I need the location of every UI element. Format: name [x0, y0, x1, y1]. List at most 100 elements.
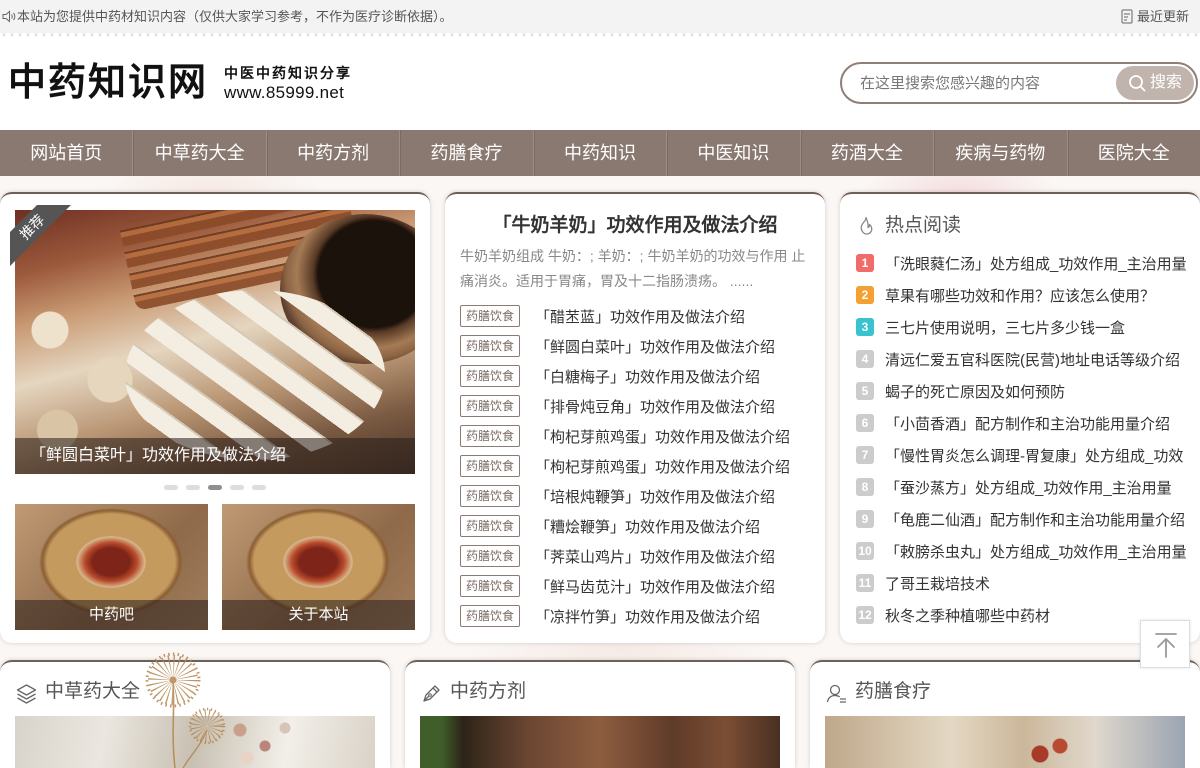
section-image[interactable]	[420, 716, 780, 768]
article-link[interactable]: 「龟鹿二仙酒」配方制作和主治功能用量介绍	[885, 509, 1196, 530]
featured-title[interactable]: 「牛奶羊奶」功效作用及做法介绍	[445, 213, 825, 239]
nav-item-medicinal-wine[interactable]: 药酒大全	[799, 130, 933, 176]
search-button-label: 搜索	[1150, 74, 1183, 91]
slider-dot[interactable]	[208, 485, 222, 490]
list-item: 10 「敕膀杀虫丸」处方组成_功效作用_主治用量	[856, 535, 1196, 567]
article-link[interactable]: 清远仁爱五官科医院(民营)地址电话等级介绍	[885, 349, 1196, 370]
article-link[interactable]: 「培根炖鞭笋」功效作用及做法介绍	[535, 486, 775, 507]
category-tag[interactable]: 药膳饮食	[460, 395, 520, 417]
list-item: 8 「蚕沙蒸方」处方组成_功效作用_主治用量	[856, 471, 1196, 503]
rank-badge: 2	[856, 286, 874, 304]
slider-pagination	[164, 485, 266, 490]
nav-item-herb-knowledge[interactable]: 中药知识	[532, 130, 666, 176]
article-link[interactable]: 「凉拌竹笋」功效作用及做法介绍	[535, 606, 760, 627]
slider-image[interactable]	[15, 210, 415, 474]
slider-dot[interactable]	[186, 485, 200, 490]
category-tag[interactable]: 药膳饮食	[460, 425, 520, 447]
slider-dot[interactable]	[230, 485, 244, 490]
slider-dot[interactable]	[164, 485, 178, 490]
nav-item-hospitals[interactable]: 医院大全	[1066, 130, 1200, 176]
article-link[interactable]: 「蚕沙蒸方」处方组成_功效作用_主治用量	[885, 477, 1196, 498]
slider-card: 「鲜圆白菜叶」功效作用及做法介绍 推荐 中药吧 关于本站	[0, 192, 430, 643]
article-link[interactable]: 「枸杞芽煎鸡蛋」功效作用及做法介绍	[535, 456, 790, 477]
list-item: 药膳饮食 「凉拌竹笋」功效作用及做法介绍	[460, 601, 815, 631]
category-tag[interactable]: 药膳饮食	[460, 335, 520, 357]
list-item: 药膳饮食 「荠菜山鸡片」功效作用及做法介绍	[460, 541, 815, 571]
rank-badge: 5	[856, 382, 874, 400]
thumb-forum[interactable]: 中药吧	[15, 504, 208, 630]
thumb-caption: 中药吧	[15, 600, 208, 630]
back-to-top-button[interactable]	[1140, 620, 1190, 668]
search-button[interactable]: 搜索	[1116, 66, 1194, 100]
article-link[interactable]: 蝎子的死亡原因及如何预防	[885, 381, 1196, 402]
list-item: 药膳饮食 「枸杞芽煎鸡蛋」功效作用及做法介绍	[460, 451, 815, 481]
list-item: 1 「洗眼蕤仁汤」处方组成_功效作用_主治用量	[856, 247, 1196, 279]
article-link[interactable]: 「小茴香酒」配方制作和主治功能用量介绍	[885, 413, 1196, 434]
article-link[interactable]: 「慢性胃炎怎么调理-胃复康」处方组成_功效	[885, 445, 1196, 466]
list-item: 6 「小茴香酒」配方制作和主治功能用量介绍	[856, 407, 1196, 439]
nav-item-prescriptions[interactable]: 中药方剂	[265, 130, 399, 176]
recent-updates-label: 最近更新	[1137, 9, 1190, 24]
article-link[interactable]: 「醋苤蓝」功效作用及做法介绍	[535, 306, 745, 327]
article-link[interactable]: 「荠菜山鸡片」功效作用及做法介绍	[535, 546, 775, 567]
article-link[interactable]: 「洗眼蕤仁汤」处方组成_功效作用_主治用量	[885, 253, 1196, 274]
site-tagline: 中医中药知识分享	[224, 65, 352, 81]
category-tag[interactable]: 药膳饮食	[460, 515, 520, 537]
user-icon	[826, 684, 846, 703]
category-tag[interactable]: 药膳饮食	[460, 605, 520, 627]
section-title: 中药方剂	[450, 681, 527, 702]
article-link[interactable]: 「排骨炖豆角」功效作用及做法介绍	[535, 396, 775, 417]
site-notice: 本站为您提供中药材知识内容（仅供大家学习参考，不作为医疗诊断依据）。	[17, 9, 453, 24]
pen-icon	[423, 685, 440, 702]
article-link[interactable]: 草果有哪些功效和作用？应该怎么使用？	[885, 285, 1196, 306]
article-link[interactable]: 「白糖梅子」功效作用及做法介绍	[535, 366, 760, 387]
thumb-about[interactable]: 关于本站	[222, 504, 415, 630]
nav-item-herbs[interactable]: 中草药大全	[132, 130, 265, 176]
slider-dot[interactable]	[252, 485, 266, 490]
article-link[interactable]: 三七片使用说明，三七片多少钱一盒	[885, 317, 1196, 338]
rank-badge: 10	[856, 542, 874, 560]
list-item: 药膳饮食 「白糖梅子」功效作用及做法介绍	[460, 361, 815, 391]
section-title: 中草药大全	[45, 681, 141, 702]
rank-badge: 7	[856, 446, 874, 464]
nav-item-home[interactable]: 网站首页	[0, 130, 132, 176]
article-link[interactable]: 「糟烩鞭笋」功效作用及做法介绍	[535, 516, 760, 537]
category-tag[interactable]: 药膳饮食	[460, 305, 520, 327]
section-image[interactable]	[825, 716, 1185, 768]
article-link[interactable]: 「鲜马齿苋汁」功效作用及做法介绍	[535, 576, 775, 597]
list-item: 药膳饮食 「鲜圆白菜叶」功效作用及做法介绍	[460, 331, 815, 361]
recommend-label: 推荐	[10, 205, 72, 267]
search-box: 搜索	[840, 62, 1198, 104]
category-tag[interactable]: 药膳饮食	[460, 485, 520, 507]
arrow-up-icon	[1155, 633, 1177, 658]
article-link[interactable]: 了哥王栽培技术	[885, 573, 1196, 594]
list-item: 药膳饮食 「糟烩鞭笋」功效作用及做法介绍	[460, 511, 815, 541]
nav-item-tcm-knowledge[interactable]: 中医知识	[666, 130, 799, 176]
article-link[interactable]: 「敕膀杀虫丸」处方组成_功效作用_主治用量	[885, 541, 1196, 562]
list-item: 11 了哥王栽培技术	[856, 567, 1196, 599]
nav-item-diseases[interactable]: 疾病与药物	[933, 130, 1066, 176]
rank-badge: 12	[856, 606, 874, 624]
recent-updates-link[interactable]: 最近更新	[1121, 0, 1195, 33]
recommend-ribbon: 推荐	[10, 205, 72, 267]
slider-caption[interactable]: 「鲜圆白菜叶」功效作用及做法介绍	[15, 438, 415, 474]
rank-badge: 11	[856, 574, 874, 592]
section-prescriptions: 中药方剂	[405, 660, 795, 768]
nav-item-diet-therapy[interactable]: 药膳食疗	[399, 130, 532, 176]
site-logo[interactable]: 中药知识网	[8, 58, 208, 106]
category-tag[interactable]: 药膳饮食	[460, 575, 520, 597]
list-item: 药膳饮食 「鲜马齿苋汁」功效作用及做法介绍	[460, 571, 815, 601]
category-tag[interactable]: 药膳饮食	[460, 365, 520, 387]
category-tag[interactable]: 药膳饮食	[460, 455, 520, 477]
section-title: 药膳食疗	[855, 681, 932, 702]
search-input[interactable]	[860, 64, 1110, 102]
article-list: 药膳饮食 「醋苤蓝」功效作用及做法介绍 药膳饮食 「鲜圆白菜叶」功效作用及做法介绍 …	[460, 301, 815, 631]
rank-badge: 6	[856, 414, 874, 432]
flame-icon	[860, 216, 873, 235]
category-tag[interactable]: 药膳饮食	[460, 545, 520, 567]
article-link[interactable]: 「枸杞芽煎鸡蛋」功效作用及做法介绍	[535, 426, 790, 447]
list-item: 药膳饮食 「培根炖鞭笋」功效作用及做法介绍	[460, 481, 815, 511]
rank-badge: 9	[856, 510, 874, 528]
article-link[interactable]: 「鲜圆白菜叶」功效作用及做法介绍	[535, 336, 775, 357]
rank-badge: 3	[856, 318, 874, 336]
